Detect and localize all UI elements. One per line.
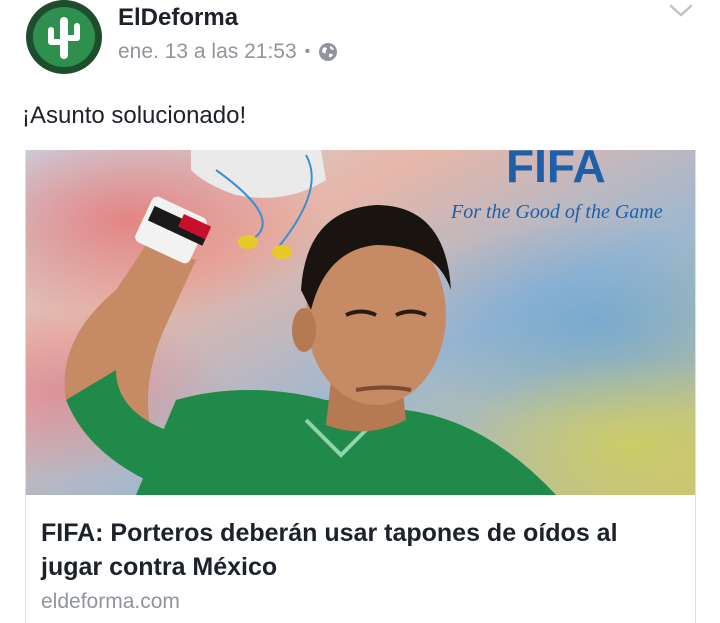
link-title[interactable]: FIFA: Porteros deberán usar tapones de o… bbox=[41, 516, 681, 584]
fifa-logo-text: FIFA bbox=[506, 150, 606, 192]
post-message: ¡Asunto solucionado! bbox=[22, 102, 247, 129]
post-timestamp[interactable]: ene. 13 a las 21:53 bbox=[118, 40, 297, 64]
cactus-icon bbox=[48, 17, 80, 59]
link-preview-card[interactable]: FIFA For the Good of the Game FIFA: Port… bbox=[25, 150, 696, 623]
post-meta: ene. 13 a las 21:53 • bbox=[118, 40, 338, 64]
link-domain: eldeforma.com bbox=[41, 590, 180, 613]
goalkeeper-photo: FIFA For the Good of the Game bbox=[26, 150, 695, 495]
chevron-down-icon[interactable] bbox=[668, 0, 694, 20]
fifa-slogan-text: For the Good of the Game bbox=[450, 201, 663, 223]
page-avatar[interactable] bbox=[26, 0, 102, 74]
link-preview-image[interactable]: FIFA For the Good of the Game bbox=[26, 150, 695, 495]
page-name-link[interactable]: ElDeforma bbox=[118, 4, 238, 32]
cactus-logo bbox=[33, 7, 95, 67]
meta-separator: • bbox=[304, 43, 311, 60]
globe-icon[interactable] bbox=[318, 42, 338, 62]
